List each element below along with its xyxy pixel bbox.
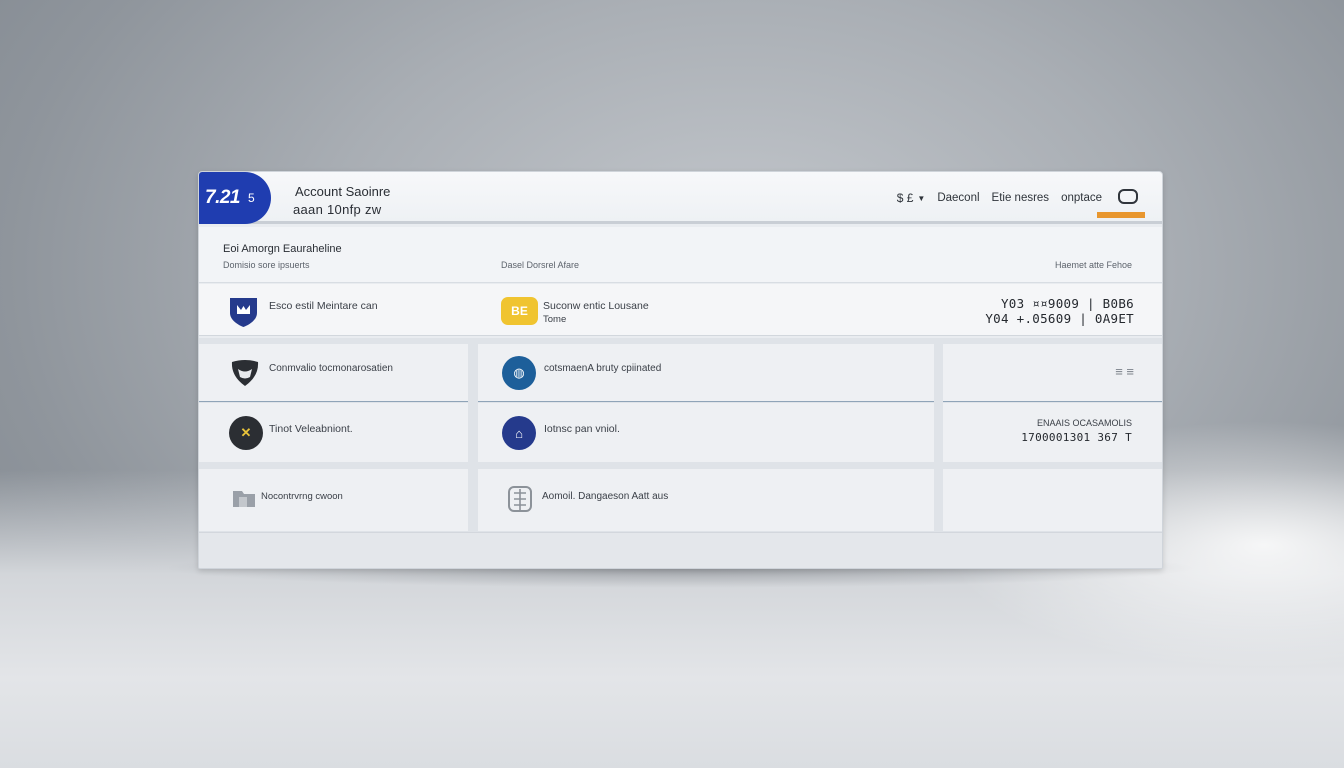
featured-row[interactable]: Esco estil Meintare can BE Suconw entic … <box>199 284 1162 336</box>
nav-item-3-active[interactable]: onptace <box>1061 192 1145 218</box>
brand-logo[interactable]: 7.21 5 <box>199 172 271 224</box>
logo-main-text: 7.21 <box>205 187 240 208</box>
featured-mid-sublabel: Tome <box>543 314 567 325</box>
card-icon: BE <box>501 297 538 325</box>
row-2-mid-label: Iotnsc pan vniol. <box>544 423 620 435</box>
nav-item-1[interactable]: Daeconl <box>937 192 979 204</box>
app-title: Account Saoinre <box>295 184 391 199</box>
top-nav: $ £ ▼ Daeconl Etie nesres onptace <box>897 188 1145 218</box>
list-item[interactable]: Conmvalio tocmonarosatien <box>199 344 468 402</box>
row-3-mid-label: Aomoil. Dangaeson Aatt aus <box>542 491 669 502</box>
globe-icon: ◍ <box>502 356 536 390</box>
row-2-right-label: ENAAIS OCASAMOLIS <box>1036 418 1132 428</box>
list-item[interactable]: ✕ Tinot Veleabniont. <box>199 403 468 462</box>
app-header: 7.21 5 Account Saoinre aaan 10nfp zw $ £… <box>199 172 1162 224</box>
home-icon: ⌂ <box>502 416 536 450</box>
column-header-1[interactable]: Domisio sore ipsuerts <box>223 260 310 270</box>
list-item[interactable]: Nocontrvrng cwoon <box>199 469 468 531</box>
section-header: Eoi Amorgn Eauraheline Domisio sore ipsu… <box>199 227 1162 283</box>
row-1-right-graphic: ≡ ≡ <box>1115 364 1134 379</box>
section-title: Eoi Amorgn Eauraheline <box>223 243 342 255</box>
list-item[interactable]: ⌂ Iotnsc pan vniol. <box>478 403 934 462</box>
list-item[interactable]: ≡ ≡ <box>943 344 1162 402</box>
row-2-left-label: Tinot Veleabniont. <box>269 423 353 435</box>
app-subtitle: aaan 10nfp zw <box>293 202 382 217</box>
row-1-mid-label: cotsmaenA bruty cpiinated <box>544 363 662 374</box>
nav-item-2[interactable]: Etie nesres <box>992 192 1050 204</box>
featured-left-label: Esco estil Meintare can <box>269 300 378 312</box>
list-item[interactable]: ENAAIS OCASAMOLIS 1700001301 367 T <box>943 403 1162 462</box>
featured-amount-1: Y03 ¤¤9009 | B0B6 <box>1000 296 1134 311</box>
currency-selector[interactable]: $ £ ▼ <box>897 191 926 205</box>
column-header-3[interactable]: Haemet atte Fehoe <box>1055 260 1132 270</box>
app-window: 7.21 5 Account Saoinre aaan 10nfp zw $ £… <box>198 171 1163 569</box>
shield-icon <box>230 298 257 327</box>
logo-small-text: 5 <box>247 191 255 205</box>
featured-amount-2: Y04 +.05609 | 0A9ET <box>985 311 1134 326</box>
currency-label: $ £ <box>896 191 914 205</box>
chat-icon[interactable] <box>1118 188 1138 204</box>
row-3-left-label: Nocontrvrng cwoon <box>261 491 343 502</box>
list-item[interactable] <box>943 469 1162 531</box>
items-grid: Conmvalio tocmonarosatien ◍ cotsmaenA br… <box>199 338 1162 538</box>
list-item[interactable]: ◍ cotsmaenA bruty cpiinated <box>478 344 934 402</box>
window-footer <box>199 532 1162 568</box>
folder-icon <box>233 491 255 507</box>
column-header-2[interactable]: Dasel Dorsrel Afare <box>501 260 579 270</box>
list-item[interactable]: Aomoil. Dangaeson Aatt aus <box>478 469 934 531</box>
chevron-down-icon: ▼ <box>917 193 926 203</box>
settings-icon: ✕ <box>229 416 263 450</box>
row-1-left-label: Conmvalio tocmonarosatien <box>269 363 393 374</box>
row-2-right-number: 1700001301 367 T <box>1021 431 1132 444</box>
grid-box-icon <box>508 486 532 512</box>
card-icon-text: BE <box>511 304 528 318</box>
featured-mid-label: Suconw entic Lousane <box>543 300 649 312</box>
badge-icon <box>231 360 259 386</box>
